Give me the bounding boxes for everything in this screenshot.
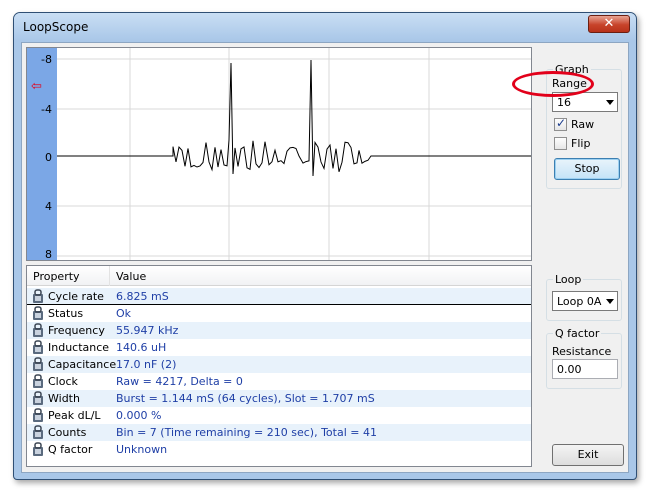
range-value: 16 xyxy=(557,96,571,109)
property-value: 55.947 kHz xyxy=(116,324,179,337)
raw-checkbox[interactable] xyxy=(554,116,567,131)
window-title: LoopScope xyxy=(23,20,89,34)
property-value: 17.0 nF (2) xyxy=(116,358,177,371)
highlight-ring-annotation xyxy=(512,71,594,97)
signal-waveform xyxy=(57,59,531,177)
property-name: Peak dL/L xyxy=(48,409,101,422)
scope-svg: -8 -4 0 4 8 ⇦ xyxy=(27,48,531,260)
resistance-value: 0.00 xyxy=(557,363,582,376)
property-row[interactable]: Width Burst = 1.144 mS (64 cycles), Slot … xyxy=(27,390,531,407)
lock-icon xyxy=(32,357,44,372)
property-row[interactable]: Counts Bin = 7 (Time remaining = 210 sec)… xyxy=(27,424,531,441)
property-row[interactable]: Q factor Unknown xyxy=(27,441,531,458)
property-name: Frequency xyxy=(48,324,105,337)
y-tick-label: 4 xyxy=(45,200,52,213)
property-list-header: Property Value xyxy=(27,266,531,286)
raw-label: Raw xyxy=(571,118,595,131)
lock-icon xyxy=(32,442,44,457)
property-name: Cycle rate xyxy=(48,290,104,303)
y-tick-label: 0 xyxy=(45,151,52,164)
y-tick-label: -8 xyxy=(41,53,52,66)
property-value: 6.825 mS xyxy=(116,290,169,303)
property-value: Raw = 4217, Delta = 0 xyxy=(116,375,243,388)
property-row[interactable]: Peak dL/L 0.000 % xyxy=(27,407,531,424)
flip-checkbox[interactable] xyxy=(554,137,567,150)
trigger-marker-icon: ⇦ xyxy=(31,79,42,94)
property-row[interactable]: Status Ok xyxy=(27,305,531,322)
client-area: -8 -4 0 4 8 ⇦ Property Value Cycle rate 6… xyxy=(21,42,629,473)
property-row[interactable]: Inductance 140.6 uH xyxy=(27,339,531,356)
grid-lines xyxy=(57,48,531,260)
column-header-value[interactable]: Value xyxy=(116,270,146,283)
property-name: Clock xyxy=(48,375,78,388)
property-value: Unknown xyxy=(116,443,168,456)
flip-label: Flip xyxy=(571,137,591,150)
lock-icon xyxy=(32,306,44,321)
chevron-down-icon xyxy=(606,299,614,304)
loop-value: Loop 0A xyxy=(557,295,602,308)
property-row[interactable]: Cycle rate 6.825 mS xyxy=(27,288,531,305)
property-row[interactable]: Clock Raw = 4217, Delta = 0 xyxy=(27,373,531,390)
lock-icon xyxy=(32,425,44,440)
lock-icon xyxy=(32,374,44,389)
resistance-label: Resistance xyxy=(552,345,612,358)
column-header-property[interactable]: Property xyxy=(33,270,80,283)
property-name: Counts xyxy=(48,426,87,439)
property-name: Capacitance xyxy=(48,358,117,371)
lock-icon xyxy=(32,408,44,423)
lock-icon xyxy=(32,289,44,304)
stop-button[interactable]: Stop xyxy=(554,158,620,180)
scope-graph: -8 -4 0 4 8 ⇦ xyxy=(26,47,532,261)
property-value: 140.6 uH xyxy=(116,341,167,354)
y-tick-label: 8 xyxy=(45,248,52,260)
property-name: Q factor xyxy=(48,443,93,456)
property-value: Burst = 1.144 mS (64 cycles), Slot = 1.7… xyxy=(116,392,375,405)
lock-icon xyxy=(32,391,44,406)
close-button[interactable]: ✕ xyxy=(588,15,630,33)
property-name: Width xyxy=(48,392,80,405)
property-list[interactable]: Property Value Cycle rate 6.825 mS Status O… xyxy=(26,265,532,467)
property-value: Ok xyxy=(116,307,132,320)
resistance-input[interactable]: 0.00 xyxy=(552,359,618,379)
lock-icon xyxy=(32,340,44,355)
property-value: Bin = 7 (Time remaining = 210 sec), Tota… xyxy=(116,426,377,439)
property-name: Inductance xyxy=(48,341,110,354)
property-value: 0.000 % xyxy=(116,409,162,422)
chevron-down-icon xyxy=(606,100,614,105)
title-bar[interactable]: LoopScope ✕ xyxy=(14,13,636,41)
loop-group-label: Loop xyxy=(553,273,584,286)
y-tick-label: -4 xyxy=(41,103,52,116)
lock-icon xyxy=(32,323,44,338)
qfactor-group-label: Q factor xyxy=(553,327,602,340)
property-row[interactable]: Capacitance 17.0 nF (2) xyxy=(27,356,531,373)
loop-dropdown[interactable]: Loop 0A xyxy=(552,291,618,311)
exit-button[interactable]: Exit xyxy=(552,444,624,466)
property-row[interactable]: Frequency 55.947 kHz xyxy=(27,322,531,339)
property-name: Status xyxy=(48,307,84,320)
